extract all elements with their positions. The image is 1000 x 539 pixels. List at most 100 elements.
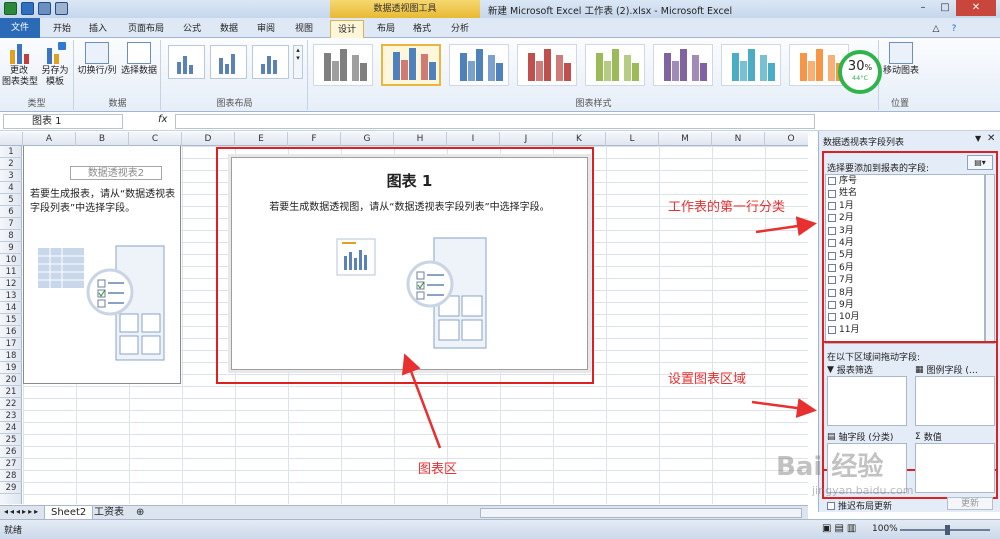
field-checkbox[interactable] bbox=[828, 301, 836, 310]
column-header[interactable]: F bbox=[288, 132, 341, 146]
tab-view[interactable]: 视图 bbox=[290, 20, 318, 38]
tab-file[interactable]: 文件 bbox=[0, 18, 40, 38]
row-header[interactable]: 3 bbox=[0, 170, 22, 182]
ribbon-collapse-icon[interactable]: △ bbox=[930, 20, 942, 38]
column-header[interactable]: I bbox=[447, 132, 500, 146]
layout-thumb-3[interactable] bbox=[252, 45, 289, 79]
field-checkbox[interactable] bbox=[828, 177, 836, 186]
sheet-tab-salary[interactable]: 工资表 bbox=[88, 506, 130, 520]
legend-zone[interactable] bbox=[915, 376, 995, 426]
field-checkbox[interactable] bbox=[828, 313, 836, 322]
field-item[interactable]: 1月 bbox=[826, 200, 984, 212]
sheet-tab-sheet2[interactable]: Sheet2 bbox=[44, 506, 94, 520]
column-header[interactable]: O bbox=[765, 132, 808, 146]
tab-data[interactable]: 数据 bbox=[215, 20, 243, 38]
zoom-slider-thumb[interactable] bbox=[945, 525, 950, 535]
field-checkbox[interactable] bbox=[828, 325, 836, 334]
zoom-level[interactable]: 100% bbox=[872, 524, 898, 534]
row-header[interactable]: 15 bbox=[0, 314, 22, 326]
pivot-chart[interactable]: 图表 1 若要生成数据透视图，请从“数据透视表字段列表”中选择字段。 bbox=[231, 157, 588, 370]
zoom-slider[interactable] bbox=[900, 525, 990, 535]
row-header[interactable]: 12 bbox=[0, 278, 22, 290]
row-header[interactable]: 20 bbox=[0, 374, 22, 386]
row-header[interactable]: 1 bbox=[0, 146, 22, 158]
field-checkbox[interactable] bbox=[828, 189, 836, 198]
chart-style-1[interactable] bbox=[313, 44, 373, 86]
tab-home[interactable]: 开始 bbox=[48, 20, 76, 38]
change-chart-type-button[interactable]: 更改 图表类型 bbox=[2, 42, 38, 88]
field-list-scrollbar[interactable] bbox=[985, 174, 995, 344]
move-chart-button[interactable]: 移动图表 bbox=[882, 42, 920, 77]
close-icon[interactable]: ✕ bbox=[956, 0, 996, 16]
field-item[interactable]: 6月 bbox=[826, 262, 984, 274]
formula-input[interactable] bbox=[175, 114, 815, 129]
select-all-corner[interactable] bbox=[0, 132, 23, 146]
field-layout-button[interactable]: ▤▾ bbox=[967, 155, 993, 170]
row-header[interactable]: 6 bbox=[0, 206, 22, 218]
field-item[interactable]: 8月 bbox=[826, 287, 984, 299]
field-checkbox[interactable] bbox=[828, 263, 836, 272]
row-header[interactable]: 14 bbox=[0, 302, 22, 314]
row-header[interactable]: 21 bbox=[0, 386, 22, 398]
chart-style-3[interactable] bbox=[449, 44, 509, 86]
row-header[interactable]: 7 bbox=[0, 218, 22, 230]
sheet-nav-icons[interactable]: ◂◂◂▸▸▸ bbox=[4, 507, 40, 516]
column-header[interactable]: J bbox=[500, 132, 553, 146]
name-box[interactable]: 图表 1 bbox=[3, 114, 123, 129]
column-header[interactable]: L bbox=[606, 132, 659, 146]
tab-review[interactable]: 审阅 bbox=[252, 20, 280, 38]
field-checkbox[interactable] bbox=[828, 201, 836, 210]
column-header[interactable]: M bbox=[659, 132, 712, 146]
tab-layout[interactable]: 布局 bbox=[372, 20, 400, 38]
row-header[interactable]: 4 bbox=[0, 182, 22, 194]
maximize-icon[interactable]: □ bbox=[934, 0, 956, 16]
fx-icon[interactable]: fx bbox=[158, 114, 167, 125]
view-buttons[interactable]: ▣▤▥ bbox=[822, 523, 859, 534]
row-header[interactable]: 11 bbox=[0, 266, 22, 278]
row-header[interactable]: 17 bbox=[0, 338, 22, 350]
row-header[interactable]: 29 bbox=[0, 482, 22, 494]
row-header[interactable]: 9 bbox=[0, 242, 22, 254]
field-checkbox[interactable] bbox=[828, 288, 836, 297]
pane-close-icon[interactable]: ✕ bbox=[987, 133, 995, 144]
save-as-template-button[interactable]: 另存为 模板 bbox=[38, 42, 72, 88]
redo-icon[interactable] bbox=[55, 2, 68, 15]
chart-style-6[interactable] bbox=[653, 44, 713, 86]
field-checkbox[interactable] bbox=[828, 251, 836, 260]
layout-thumb-2[interactable] bbox=[210, 45, 247, 79]
field-checkbox[interactable] bbox=[828, 226, 836, 235]
column-header[interactable]: G bbox=[341, 132, 394, 146]
field-item[interactable]: 2月 bbox=[826, 212, 984, 224]
field-item[interactable]: 7月 bbox=[826, 274, 984, 286]
layout-thumb-1[interactable] bbox=[168, 45, 205, 79]
new-sheet-icon[interactable]: ⊕ bbox=[130, 506, 150, 520]
filter-zone[interactable] bbox=[827, 376, 907, 426]
column-header[interactable]: D bbox=[182, 132, 235, 146]
chart-style-4[interactable] bbox=[517, 44, 577, 86]
horizontal-scrollbar[interactable] bbox=[480, 508, 802, 518]
chart-style-5[interactable] bbox=[585, 44, 645, 86]
tab-design[interactable]: 设计 bbox=[330, 20, 364, 38]
tab-formulas[interactable]: 公式 bbox=[178, 20, 206, 38]
field-checkbox[interactable] bbox=[828, 214, 836, 223]
chart-title[interactable]: 图表 1 bbox=[232, 170, 587, 191]
field-list[interactable]: 序号 姓名 1月 2月 3月 4月 5月 6月 7月 8月 9月 10月 11月 bbox=[825, 174, 985, 344]
defer-update-checkbox[interactable]: 推迟布局更新 bbox=[827, 499, 892, 512]
field-item[interactable]: 11月 bbox=[826, 324, 984, 336]
field-item[interactable]: 姓名 bbox=[826, 187, 984, 199]
row-header[interactable]: 5 bbox=[0, 194, 22, 206]
column-header[interactable]: E bbox=[235, 132, 288, 146]
select-data-button[interactable]: 选择数据 bbox=[119, 42, 159, 77]
tab-page-layout[interactable]: 页面布局 bbox=[124, 20, 168, 38]
tab-format[interactable]: 格式 bbox=[408, 20, 436, 38]
switch-row-column-button[interactable]: 切换行/列 bbox=[77, 42, 117, 77]
row-header[interactable]: 19 bbox=[0, 362, 22, 374]
row-header[interactable]: 28 bbox=[0, 470, 22, 482]
values-zone[interactable] bbox=[915, 443, 995, 493]
row-header[interactable]: 10 bbox=[0, 254, 22, 266]
field-item[interactable]: 10月 bbox=[826, 311, 984, 323]
layout-scroll-icon[interactable]: ▴ ▾ bbox=[293, 45, 303, 79]
chart-style-2[interactable] bbox=[381, 44, 441, 86]
field-item[interactable]: 9月 bbox=[826, 299, 984, 311]
row-header[interactable]: 18 bbox=[0, 350, 22, 362]
